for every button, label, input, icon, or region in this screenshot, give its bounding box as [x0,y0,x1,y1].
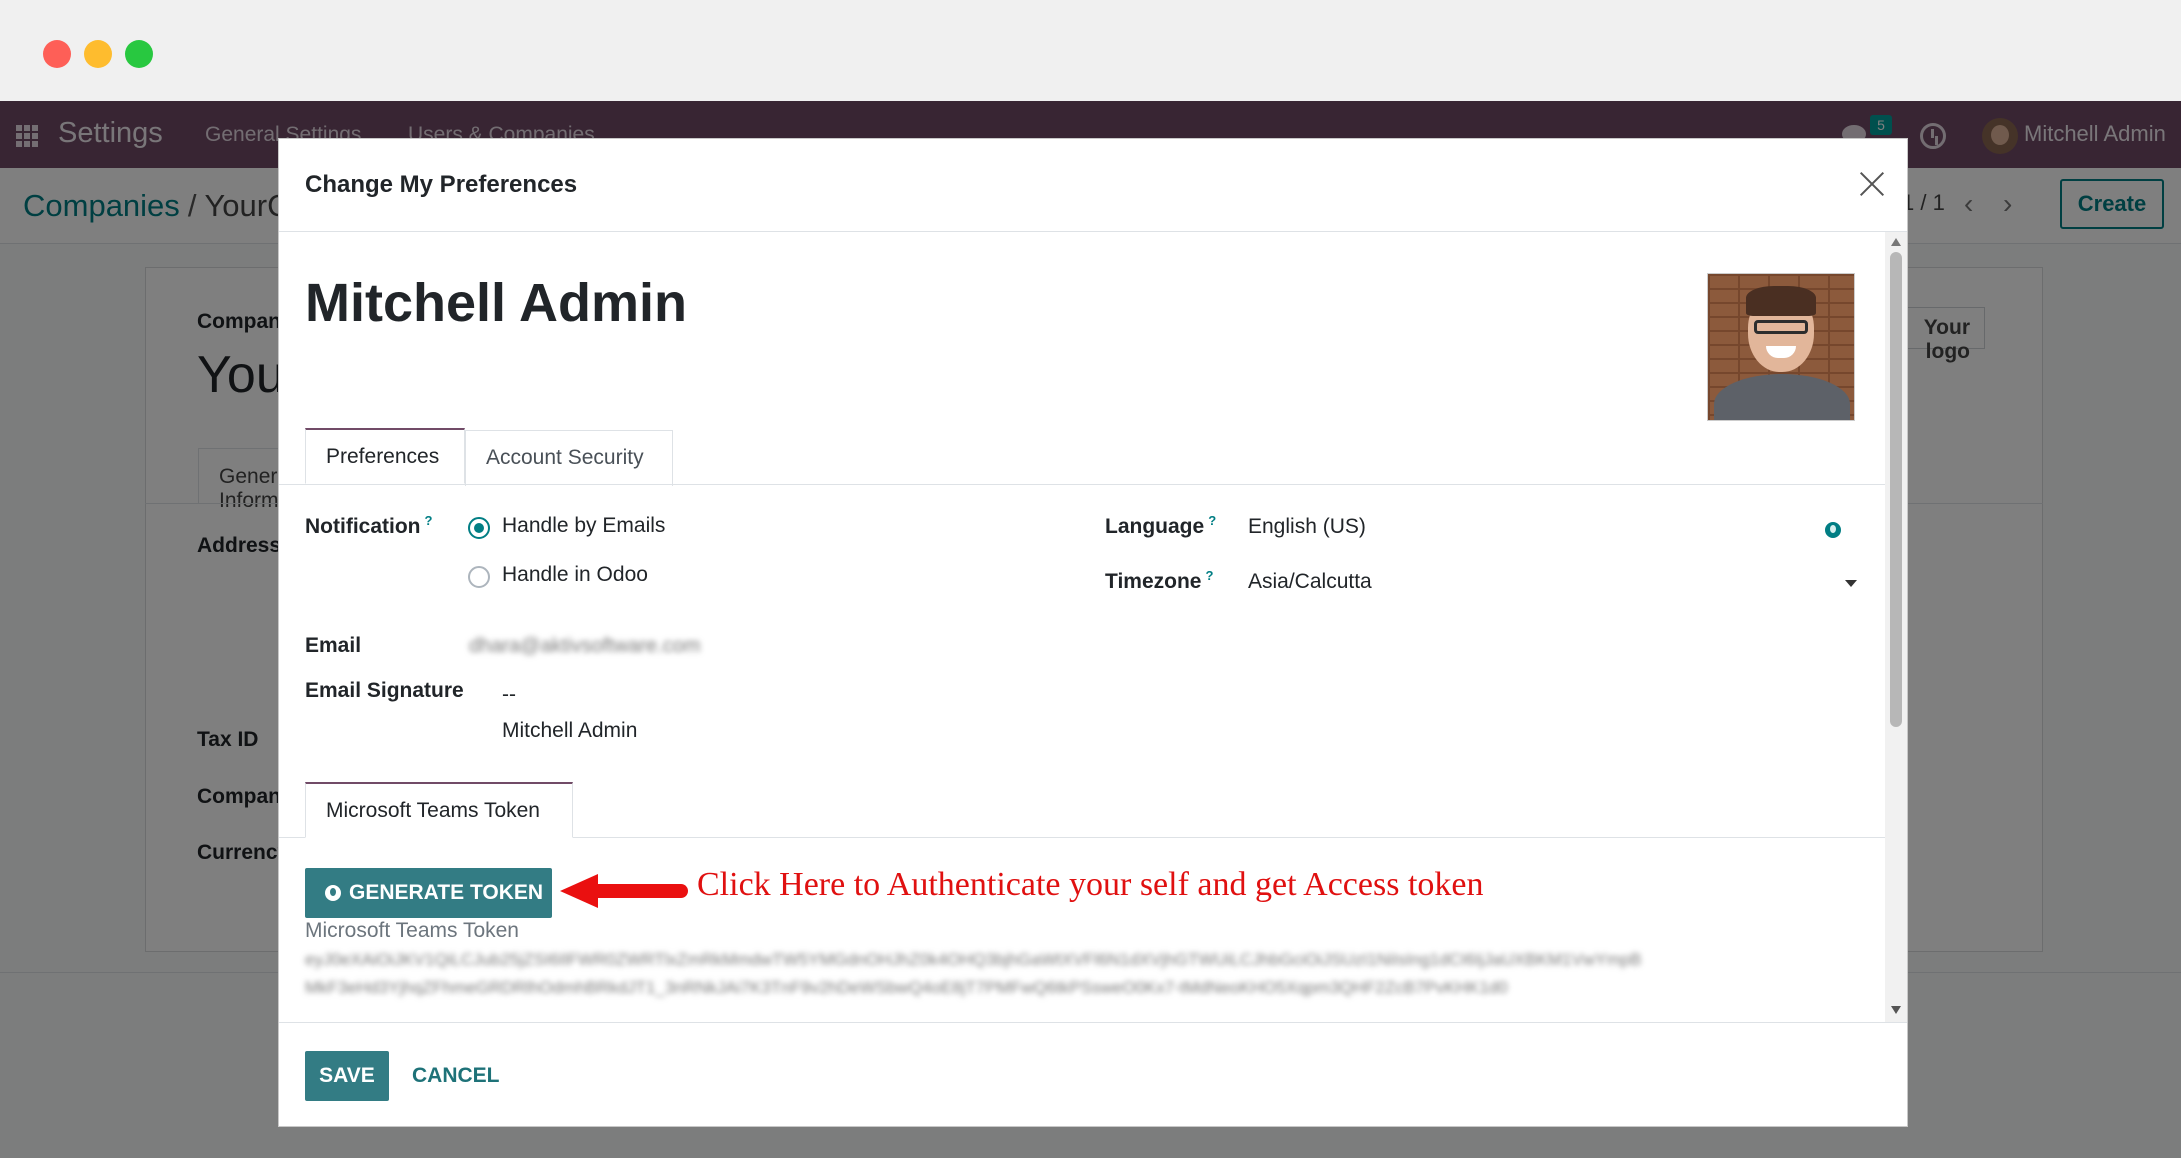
dialog-scrollbar[interactable] [1885,232,1907,1022]
language-label: Language? [1105,513,1216,539]
email-signature-label: Email Signature [305,679,464,702]
generate-token-button[interactable]: GENERATE TOKEN [305,868,552,918]
timezone-label: Timezone? [1105,568,1213,594]
annotation-arrow [560,874,688,908]
tab-account-security[interactable]: Account Security [465,430,673,486]
dialog-header: Change My Preferences [279,139,1907,232]
help-icon[interactable]: ? [425,513,433,528]
scroll-thumb[interactable] [1890,252,1902,727]
close-window-button[interactable] [43,40,71,68]
tab-microsoft-teams-token[interactable]: Microsoft Teams Token [305,782,573,838]
help-icon[interactable]: ? [1208,513,1216,528]
notification-label: Notification? [305,513,432,539]
preferences-dialog: Change My Preferences Mitchell Admin Pre… [278,138,1908,1127]
timezone-label-text: Timezone [1105,570,1202,593]
globe-icon[interactable] [1825,522,1841,538]
tab-divider [279,484,1885,485]
email-field[interactable]: dhara@aktivsoftware.com [469,635,729,658]
option-handle-in-odoo[interactable]: Handle in Odoo [502,563,648,587]
maximize-window-button[interactable] [125,40,153,68]
dialog-footer: SAVE CANCEL [279,1022,1907,1128]
globe-icon [325,885,341,901]
window-titlebar [0,0,2181,101]
token-field-label: Microsoft Teams Token [305,919,519,942]
user-name-heading[interactable]: Mitchell Admin [305,272,687,334]
radio-handle-in-odoo[interactable] [468,566,490,588]
dialog-title: Change My Preferences [305,171,578,198]
email-label: Email [305,634,362,657]
scroll-down-icon[interactable] [1891,1006,1901,1014]
signature-name[interactable]: Mitchell Admin [502,719,637,743]
chevron-down-icon[interactable] [1845,580,1857,587]
close-icon[interactable] [1855,167,1889,201]
notification-label-text: Notification [305,515,421,538]
tab-preferences[interactable]: Preferences [305,428,465,484]
language-label-text: Language [1105,515,1205,538]
token-value-line-2: MkF3eHd3YjhqZFhmeGRDRlhOdmhBRkdJT1_3nRNk… [305,978,1508,997]
save-button[interactable]: SAVE [305,1051,389,1101]
generate-token-label: GENERATE TOKEN [349,881,544,904]
radio-handle-by-emails[interactable] [468,517,490,539]
user-photo[interactable] [1707,273,1855,421]
minimize-window-button[interactable] [84,40,112,68]
timezone-select[interactable]: Asia/Calcutta [1248,570,1372,594]
help-icon[interactable]: ? [1205,568,1213,583]
language-select[interactable]: English (US) [1248,515,1366,539]
signature-dashes[interactable]: -- [502,683,516,707]
option-handle-by-emails[interactable]: Handle by Emails [502,514,665,538]
annotation-text: Click Here to Authenticate your self and… [697,866,1484,903]
token-value-line-1: eyJ0eXAiOiJKV1QiLCJub25jZSI6IlFWR0ZWRTlx… [305,950,1642,969]
scroll-up-icon[interactable] [1891,238,1901,246]
cancel-button[interactable]: CANCEL [412,1051,500,1101]
